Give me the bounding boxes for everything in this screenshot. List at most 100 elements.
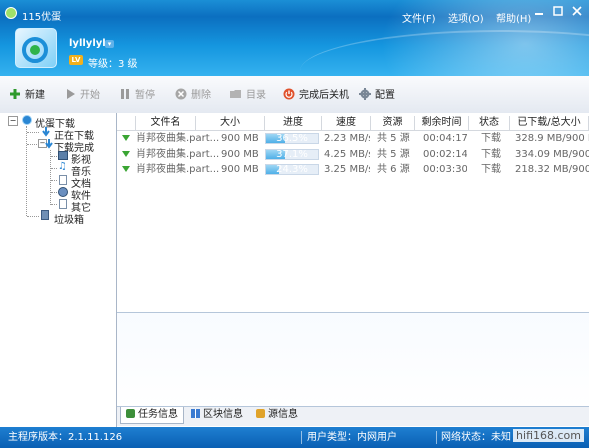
column-header-sources[interactable]: 资源 [371, 116, 415, 130]
menu-options[interactable]: 选项(O) [448, 10, 484, 25]
trash-icon [41, 210, 49, 220]
info-panel [117, 312, 589, 409]
pause-icon [121, 89, 129, 99]
play-icon [67, 89, 75, 99]
download-arrow-icon [122, 151, 130, 157]
tab-block-info-label: 区块信息 [203, 409, 243, 420]
cell-downloaded: 218.32 MB/900 MB [515, 164, 589, 175]
plus-icon [10, 89, 20, 99]
start-button[interactable]: 开始 [64, 88, 100, 104]
source-icon [256, 409, 265, 418]
cell-filename: 肖邦夜曲集.part... [136, 149, 220, 160]
gear-icon [359, 88, 371, 100]
cell-downloaded: 328.9 MB/900 MB [515, 133, 589, 144]
menu-file[interactable]: 文件(F) [402, 10, 436, 25]
cell-filename: 肖邦夜曲集.part... [136, 164, 220, 175]
pause-label: 暂停 [135, 90, 155, 101]
delete-label: 删除 [191, 90, 211, 101]
level-text: 等级：3 级 [88, 59, 138, 70]
start-label: 开始 [80, 90, 100, 101]
music-note-icon: ♫ [58, 161, 67, 172]
tree-item-trash[interactable]: 垃圾箱 [54, 211, 84, 226]
cell-sources: 共 5 源 [377, 133, 410, 144]
other-file-icon [59, 199, 67, 209]
cell-remaining: 00:03:30 [423, 164, 467, 175]
tab-task-info-label: 任务信息 [138, 409, 178, 420]
pause-button[interactable]: 暂停 [119, 88, 155, 104]
progress-bar: 37.1% [265, 149, 319, 160]
column-header-progress[interactable]: 进度 [265, 116, 322, 130]
close-button[interactable] [568, 5, 585, 20]
tab-source-info-label: 源信息 [268, 409, 298, 420]
download-arrow-icon [122, 166, 130, 172]
progress-text: 37.1% [276, 149, 308, 160]
cell-sources: 共 5 源 [377, 149, 410, 160]
cell-status: 下载 [481, 164, 501, 175]
folder-button[interactable]: 目录 [230, 88, 266, 104]
maximize-icon [552, 6, 563, 16]
cell-remaining: 00:04:17 [423, 133, 467, 144]
cell-size: 900 MB [221, 164, 259, 175]
shutdown-label: 完成后关机 [299, 90, 349, 101]
cell-speed: 3.25 MB/s [324, 164, 370, 175]
cell-speed: 4.25 MB/s [324, 149, 370, 160]
column-header-size[interactable]: 大小 [196, 116, 265, 130]
cell-downloaded: 334.09 MB/900 MB [515, 149, 589, 160]
cell-size: 900 MB [221, 133, 259, 144]
config-button[interactable]: 配置 [359, 88, 395, 104]
app-title: 115优蛋 [22, 12, 62, 23]
config-label: 配置 [375, 90, 395, 101]
column-header-status[interactable]: 状态 [469, 116, 510, 130]
minimize-icon [534, 13, 543, 15]
new-task-button[interactable]: 新建 [9, 88, 45, 104]
shutdown-after-complete-button[interactable]: 完成后关机 [283, 88, 349, 104]
cell-speed: 2.23 MB/s [324, 133, 370, 144]
progress-text: 36.5% [276, 133, 308, 144]
cell-status: 下载 [481, 149, 501, 160]
tab-block-info[interactable]: 区块信息 [186, 407, 248, 423]
cell-sources: 共 6 源 [377, 164, 410, 175]
folder-label: 目录 [246, 90, 266, 101]
progress-bar: 36.5% [265, 133, 319, 144]
tab-task-info[interactable]: 任务信息 [120, 407, 184, 424]
progress-text: 24.3% [276, 164, 308, 175]
cell-status: 下载 [481, 133, 501, 144]
column-header-remaining[interactable]: 剩余时间 [415, 116, 469, 130]
delete-icon [175, 88, 187, 100]
column-header-speed[interactable]: 速度 [322, 116, 371, 130]
downloading-icon [42, 127, 50, 137]
new-label: 新建 [25, 90, 45, 101]
maximize-button[interactable] [549, 5, 566, 20]
tree-collapse-toggle[interactable]: − [8, 116, 18, 126]
cell-remaining: 00:02:14 [423, 149, 467, 160]
column-header-filename[interactable]: 文件名 [136, 116, 196, 130]
folder-icon [230, 90, 241, 98]
minimize-button[interactable] [530, 5, 547, 20]
completed-icon [45, 139, 53, 149]
progress-bar: 24.3% [265, 164, 319, 175]
username: lyllylyl [69, 38, 106, 49]
user-avatar[interactable] [15, 28, 57, 68]
column-header-downloaded[interactable]: 已下载/总大小 [510, 116, 589, 130]
download-root-icon [22, 115, 32, 125]
cell-filename: 肖邦夜曲集.part... [136, 133, 220, 144]
software-disc-icon [58, 187, 68, 197]
power-icon [283, 88, 295, 100]
film-icon [58, 151, 68, 160]
user-dropdown-icon[interactable]: ▾ [105, 40, 114, 48]
cell-size: 900 MB [221, 149, 259, 160]
app-logo-icon [5, 7, 17, 19]
delete-button[interactable]: 删除 [175, 88, 211, 104]
level-badge: LV [69, 55, 83, 65]
status-bar: 主程序版本：2.1.11.126 用户类型：内网用户 网络状态：未知 [0, 427, 589, 448]
user-type-text: 用户类型：内网用户 [307, 432, 397, 443]
watermark: hifi168.com [513, 429, 584, 442]
download-arrow-icon [122, 135, 130, 141]
close-icon [571, 6, 582, 16]
network-status-text: 网络状态：未知 [441, 432, 511, 443]
version-text: 主程序版本：2.1.11.126 [8, 432, 123, 443]
menu-help[interactable]: 帮助(H) [496, 10, 531, 25]
document-icon [59, 175, 67, 185]
task-info-icon [126, 409, 135, 418]
tab-source-info[interactable]: 源信息 [251, 407, 303, 423]
